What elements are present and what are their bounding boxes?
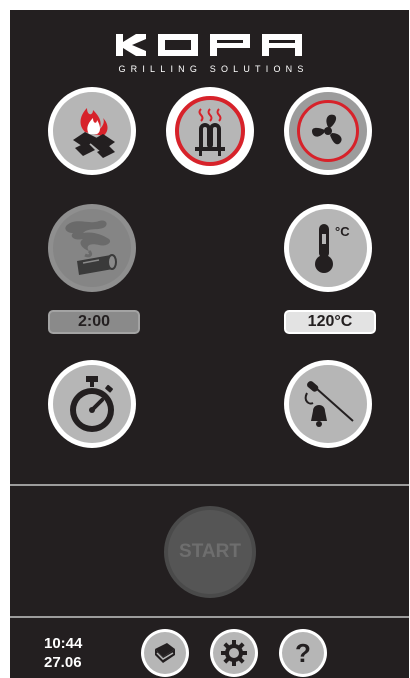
start-button[interactable]: START xyxy=(164,506,256,598)
temperature-value: 120°C xyxy=(307,313,353,330)
section-divider-bottom xyxy=(10,616,409,618)
help-button[interactable]: ? xyxy=(279,629,327,677)
fan-mode-button[interactable] xyxy=(284,87,372,175)
fan-icon xyxy=(312,114,342,145)
smoke-time-value: 2:00 xyxy=(77,313,111,330)
oven-control-panel: GRILLING SOLUTIONS 2:00 °C 120°C START 1… xyxy=(10,10,409,678)
temperature-button[interactable]: °C xyxy=(284,204,372,292)
section-divider-top xyxy=(10,484,409,486)
kopa-logo-icon xyxy=(116,34,302,56)
current-time: 10:44 xyxy=(44,635,83,652)
book-icon xyxy=(155,643,175,663)
logo-tagline: GRILLING SOLUTIONS xyxy=(118,64,309,74)
current-date: 27.06 xyxy=(44,654,82,671)
stopwatch-icon xyxy=(70,376,114,432)
brand-logo: GRILLING SOLUTIONS xyxy=(10,32,409,92)
start-label: START xyxy=(179,541,241,562)
fire-coal-icon xyxy=(73,108,115,158)
heating-element-icon xyxy=(195,108,225,156)
probe-bell-icon xyxy=(304,381,354,427)
gear-icon xyxy=(221,640,247,666)
smoke-log-icon xyxy=(65,220,117,275)
temperature-value-display[interactable]: 120°C xyxy=(284,310,376,334)
manual-button[interactable] xyxy=(141,629,189,677)
status-clock: 10:44 27.06 xyxy=(44,634,82,672)
charcoal-mode-button[interactable] xyxy=(48,87,136,175)
probe-alarm-button[interactable] xyxy=(284,360,372,448)
settings-button[interactable] xyxy=(210,629,258,677)
thermometer-icon: °C xyxy=(315,224,350,273)
help-icon: ? xyxy=(295,637,311,668)
smoke-time-display[interactable]: 2:00 xyxy=(48,310,140,334)
smoke-button[interactable] xyxy=(48,204,136,292)
timer-button[interactable] xyxy=(48,360,136,448)
heating-element-mode-button[interactable] xyxy=(166,87,254,175)
temperature-unit-symbol: °C xyxy=(335,224,350,239)
